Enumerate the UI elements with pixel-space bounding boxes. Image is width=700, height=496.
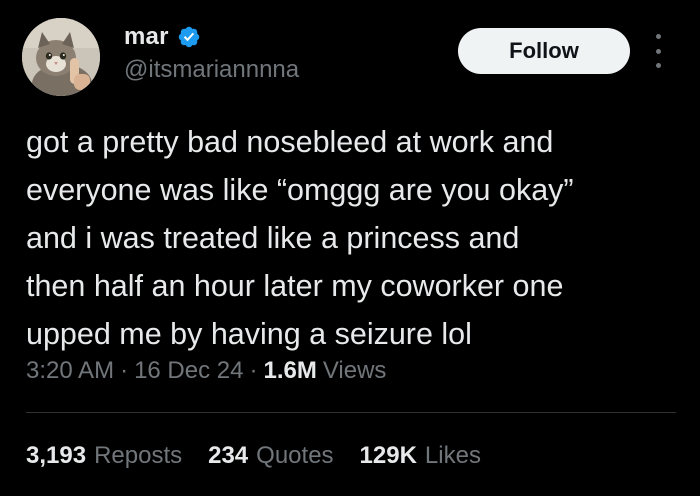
cat-avatar-icon [22,18,100,96]
separator-dot: · [120,357,129,384]
tweet-card: mar @itsmariannnna Follow got a pretty b… [0,0,700,496]
tweet-date[interactable]: 16 Dec 24 [134,357,243,385]
verified-badge-icon [178,26,199,48]
tweet-text-line: upped me by having a seizure lol [26,317,472,351]
separator-dot: · [249,357,258,384]
quotes-count: 234 [208,442,249,469]
more-vertical-icon [655,63,661,68]
more-vertical-icon [655,48,661,54]
divider [26,412,676,413]
likes-count: 129K [359,442,417,469]
reposts-stat[interactable]: 3,193 Reposts [26,442,182,470]
tweet-meta: 3:20 AM · 16 Dec 24 · 1.6M Views [26,357,386,385]
tweet-text: got a pretty bad nosebleed at work and e… [26,118,676,358]
handle[interactable]: @itsmariannnna [124,56,299,84]
tweet-time[interactable]: 3:20 AM [26,357,114,385]
likes-label: Likes [424,442,481,469]
author-name-row: mar [124,22,201,52]
tweet-text-line: got a pretty bad nosebleed at work and [26,125,554,159]
quotes-stat[interactable]: 234 Quotes [208,442,333,470]
tweet-text-line: then half an hour later my coworker one [26,269,564,303]
reposts-label: Reposts [94,442,183,469]
display-name[interactable]: mar [124,23,169,51]
tweet-text-line: and i was treated like a princess and [26,221,520,255]
reposts-count: 3,193 [26,442,87,469]
likes-stat[interactable]: 129K Likes [360,442,481,470]
avatar[interactable] [22,18,100,96]
views-count[interactable]: 1.6M [263,357,316,385]
more-vertical-icon [655,34,661,39]
views-label: Views [322,357,387,384]
tweet-text-line: everyone was like “omggg are you okay” [26,173,574,207]
quotes-label: Quotes [256,442,334,469]
more-options-button[interactable] [646,34,670,68]
engagement-stats: 3,193 Reposts 234 Quotes 129K Likes [26,442,507,470]
follow-button[interactable]: Follow [458,28,630,74]
